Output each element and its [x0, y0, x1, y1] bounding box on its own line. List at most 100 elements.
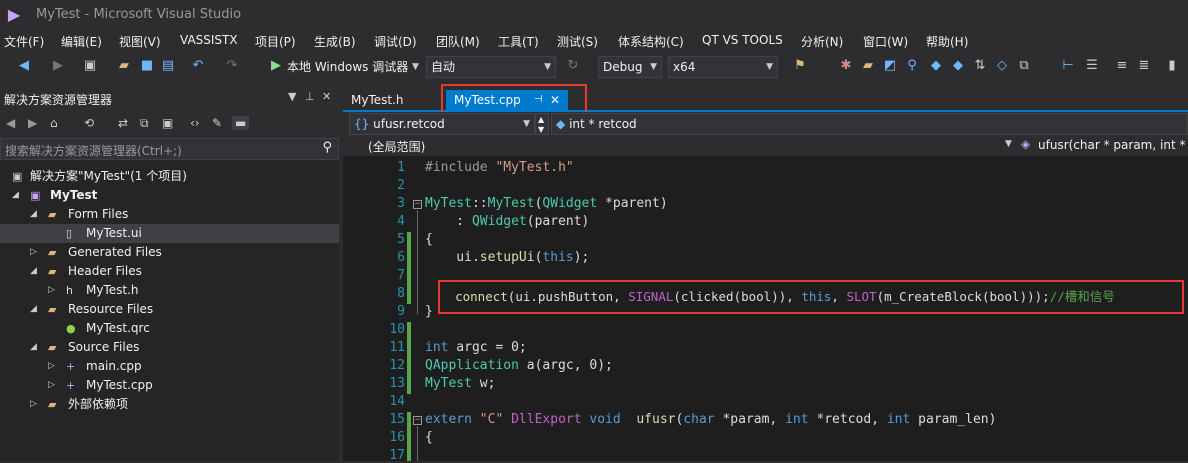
menu-view[interactable]: 视图(V)	[119, 33, 161, 50]
save-icon[interactable]: ■	[139, 58, 155, 74]
breakpoint-margin[interactable]	[343, 156, 361, 461]
preview-icon[interactable]: ▬	[232, 116, 250, 130]
vassist-icon-7[interactable]: ⇅	[972, 58, 988, 74]
expanded-arrow-icon[interactable]: ◢	[30, 205, 37, 224]
properties-icon[interactable]: ✎	[212, 116, 222, 130]
uncomment-icon[interactable]: ≣	[1136, 58, 1152, 74]
expanded-arrow-icon[interactable]: ◢	[30, 338, 37, 357]
chevron-down-icon[interactable]: ▼	[412, 58, 419, 76]
scope-dropdown[interactable]: {} ufusr.retcod ▼	[349, 113, 535, 135]
view-code-icon[interactable]: ‹›	[190, 116, 200, 130]
comment-icon[interactable]: ≡	[1114, 58, 1130, 74]
align-icon[interactable]: ☰	[1084, 58, 1100, 74]
solution-explorer-header: 解决方案资源管理器 ▼ ⊥ ✕	[0, 88, 339, 110]
pending-changes-icon[interactable]: ⟲	[84, 116, 94, 130]
menu-build[interactable]: 生成(B)	[314, 33, 356, 50]
menu-architecture[interactable]: 体系结构(C)	[618, 33, 684, 50]
close-icon[interactable]: ✕	[322, 90, 331, 103]
menu-vassistx[interactable]: VASSISTX	[180, 33, 238, 47]
bookmark-icon[interactable]: ▮	[1164, 58, 1180, 74]
menu-analyze[interactable]: 分析(N)	[801, 33, 843, 50]
open-file-icon[interactable]: ▰	[116, 58, 132, 74]
line-number: 4	[397, 214, 405, 229]
tree-item-source-files[interactable]: ◢ ▰ Source Files	[0, 338, 339, 357]
menu-file[interactable]: 文件(F)	[4, 33, 44, 50]
code-line-9: }	[425, 304, 433, 319]
collapse-icon[interactable]: −	[413, 200, 422, 209]
new-project-icon[interactable]: ▣	[82, 58, 98, 74]
tree-item-main-cpp[interactable]: ▷ + main.cpp	[0, 357, 339, 376]
dropdown-icon[interactable]: ▼	[288, 90, 296, 103]
platform-dropdown[interactable]: x64 ▼	[668, 56, 778, 78]
save-all-icon[interactable]: ▤	[160, 58, 176, 74]
tree-item-project[interactable]: ◢ ▣ MyTest	[0, 186, 339, 205]
line-number: 13	[389, 376, 405, 391]
back-icon[interactable]: ◀	[6, 116, 15, 130]
tree-item-form-files[interactable]: ◢ ▰ Form Files	[0, 205, 339, 224]
vassist-icon-4[interactable]: ⚲	[904, 58, 920, 74]
menu-project[interactable]: 项目(P)	[255, 33, 296, 50]
tree-item-solution[interactable]: ▣ 解决方案"MyTest"(1 个项目)	[0, 167, 339, 186]
menu-edit[interactable]: 编辑(E)	[61, 33, 102, 50]
collapse-all-icon[interactable]: ⧉	[140, 116, 149, 131]
tree-item-mytest-h[interactable]: ▷ h MyTest.h	[0, 281, 339, 300]
vassist-icon-8[interactable]: ◇	[994, 58, 1010, 74]
cpp-file-icon: +	[66, 360, 76, 373]
line-number: 15	[389, 412, 405, 427]
expanded-arrow-icon[interactable]: ◢	[30, 300, 37, 319]
debugger-button[interactable]: 本地 Windows 调试器	[287, 58, 408, 76]
line-number: 10	[389, 322, 405, 337]
menu-qt-vs-tools[interactable]: QT VS TOOLS	[702, 33, 783, 47]
collapsed-arrow-icon[interactable]: ▷	[30, 395, 37, 414]
forward-icon[interactable]: ▶	[50, 58, 66, 74]
function-dropdown[interactable]: ufusr(char * param, int * re	[1038, 138, 1188, 152]
solution-search-box[interactable]: 搜索解决方案资源管理器(Ctrl+;) ⚲	[0, 138, 339, 160]
tree-item-generated-files[interactable]: ▷ ▰ Generated Files	[0, 243, 339, 262]
home-icon[interactable]: ⌂	[50, 116, 58, 130]
vassist-icon-9[interactable]: ⧉	[1016, 58, 1032, 74]
menu-window[interactable]: 窗口(W)	[863, 33, 908, 50]
find-in-files-icon[interactable]: ⚑	[792, 58, 808, 74]
refresh-icon[interactable]: ↻	[565, 58, 581, 74]
collapsed-arrow-icon[interactable]: ▷	[48, 357, 55, 376]
menu-tools[interactable]: 工具(T)	[498, 33, 539, 50]
vassist-icon-6[interactable]: ◆	[950, 58, 966, 74]
tab-mytest-h[interactable]: MyTest.h	[343, 90, 412, 110]
expanded-arrow-icon[interactable]: ◢	[30, 262, 37, 281]
collapsed-arrow-icon[interactable]: ▷	[30, 243, 37, 262]
undo-icon[interactable]: ↶	[190, 58, 206, 74]
search-icon[interactable]: ⚲	[322, 140, 332, 155]
vassist-icon-3[interactable]: ◩	[882, 58, 898, 74]
config-dropdown[interactable]: Debug ▼	[598, 56, 662, 78]
menu-test[interactable]: 测试(S)	[557, 33, 598, 50]
show-all-files-icon[interactable]: ▣	[162, 116, 173, 130]
menu-help[interactable]: 帮助(H)	[926, 33, 968, 50]
sync-icon[interactable]: ⇄	[118, 116, 128, 130]
pin-icon[interactable]: ⊥	[305, 90, 315, 103]
tree-item-mytest-qrc[interactable]: ● MyTest.qrc	[0, 319, 339, 338]
collapsed-arrow-icon[interactable]: ▷	[48, 281, 55, 300]
global-scope[interactable]: (全局范围)	[368, 138, 425, 155]
forward-icon[interactable]: ▶	[28, 116, 37, 130]
expanded-arrow-icon[interactable]: ◢	[12, 186, 19, 205]
member-dropdown[interactable]: ◆ int * retcod	[551, 113, 1188, 135]
collapsed-arrow-icon[interactable]: ▷	[48, 376, 55, 395]
spin-icon[interactable]: ▲ ▼	[535, 113, 549, 135]
redo-icon[interactable]: ↷	[224, 58, 240, 74]
tree-item-mytest-ui[interactable]: ▯ MyTest.ui	[0, 224, 339, 243]
format-icon[interactable]: ⊢	[1060, 58, 1076, 74]
solution-config-dropdown[interactable]: 自动 ▼	[426, 56, 556, 78]
back-icon[interactable]: ◀	[16, 58, 32, 74]
collapse-icon[interactable]: −	[413, 416, 422, 425]
start-debug-icon[interactable]: ▶	[268, 58, 284, 74]
vassist-icon-2[interactable]: ▰	[860, 58, 876, 74]
menu-debug[interactable]: 调试(D)	[374, 33, 417, 50]
menu-team[interactable]: 团队(M)	[436, 33, 480, 50]
tree-item-resource-files[interactable]: ◢ ▰ Resource Files	[0, 300, 339, 319]
chevron-down-icon[interactable]: ▼	[1005, 139, 1012, 149]
vassist-icon-5[interactable]: ◆	[928, 58, 944, 74]
tree-item-external-deps[interactable]: ▷ ▰ 外部依赖项	[0, 395, 339, 414]
tree-item-mytest-cpp[interactable]: ▷ + MyTest.cpp	[0, 376, 339, 395]
tree-item-header-files[interactable]: ◢ ▰ Header Files	[0, 262, 339, 281]
vassist-icon-1[interactable]: ✱	[838, 58, 854, 74]
